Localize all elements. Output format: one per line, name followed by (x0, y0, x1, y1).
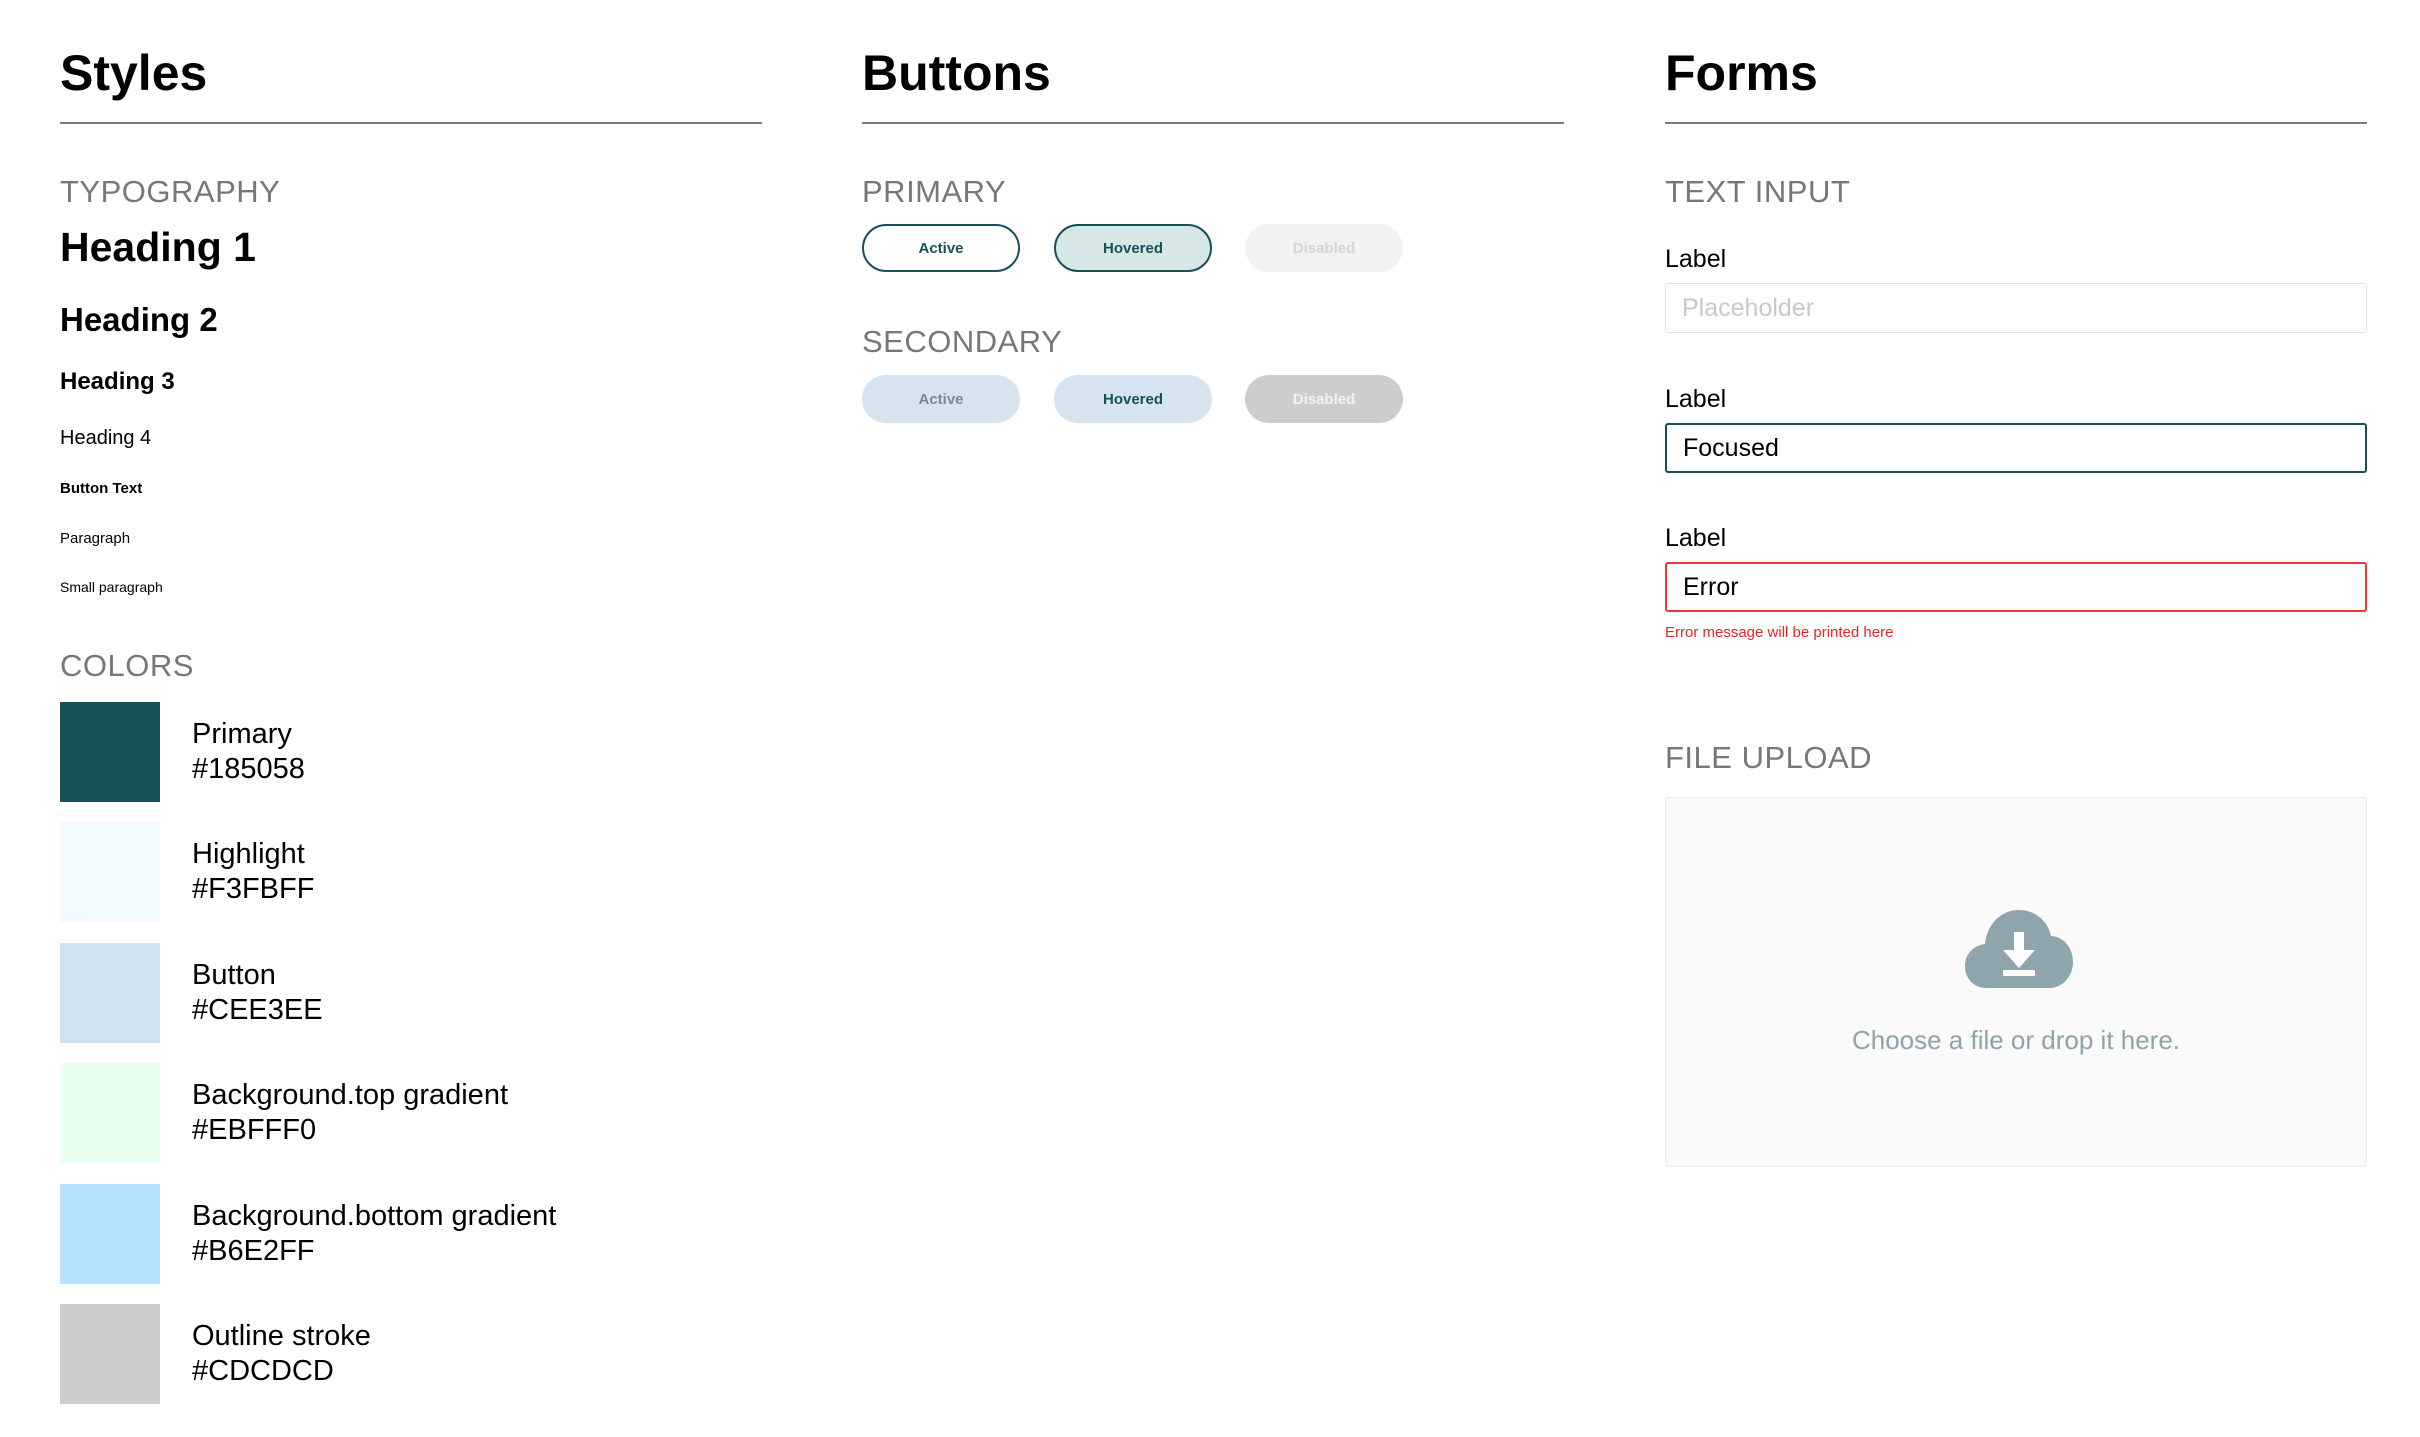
color-hex: #185058 (192, 753, 305, 785)
color-swatch (60, 1184, 160, 1284)
placeholder-input[interactable] (1665, 283, 2367, 333)
buttons-title: Buttons (862, 45, 1051, 101)
color-name: Button (192, 959, 276, 991)
styles-divider (60, 122, 762, 124)
focused-field-label: Label (1665, 385, 1727, 413)
typography-button-text: Button Text (60, 480, 143, 497)
color-name: Outline stroke (192, 1320, 371, 1352)
color-hex: #CDCDCD (192, 1355, 334, 1387)
color-swatch (60, 822, 160, 922)
color-name: Background.bottom gradient (192, 1200, 557, 1232)
color-item-outline-stroke: Outline stroke #CDCDCD (60, 1304, 762, 1404)
color-swatch (60, 943, 160, 1043)
color-swatch (60, 1063, 160, 1163)
color-hex: #F3FBFF (192, 873, 315, 905)
color-item-primary: Primary #185058 (60, 702, 762, 802)
error-field-label: Label (1665, 524, 1727, 552)
file-upload-section-label: FILE UPLOAD (1665, 740, 1873, 775)
color-item-background-top-gradient: Background.top gradient #EBFFF0 (60, 1063, 762, 1163)
color-swatch (60, 1304, 160, 1404)
color-hex: #EBFFF0 (192, 1114, 317, 1146)
colors-section-label: COLORS (60, 648, 194, 683)
color-name: Background.top gradient (192, 1079, 508, 1111)
typography-heading-3: Heading 3 (60, 368, 175, 395)
forms-title: Forms (1665, 45, 1818, 101)
typography-paragraph: Paragraph (60, 530, 131, 547)
secondary-section-label: SECONDARY (862, 324, 1063, 359)
buttons-divider (862, 122, 1564, 124)
color-name: Highlight (192, 838, 305, 870)
primary-disabled-button: Disabled (1245, 224, 1403, 272)
typography-small-paragraph: Small paragraph (60, 579, 163, 595)
typography-section-label: TYPOGRAPHY (60, 174, 281, 209)
focused-input[interactable] (1665, 423, 2367, 473)
cloud-download-icon (1965, 910, 2073, 988)
text-input-section-label: TEXT INPUT (1665, 174, 1851, 209)
secondary-disabled-button: Disabled (1245, 375, 1403, 423)
color-item-background-bottom-gradient: Background.bottom gradient #B6E2FF (60, 1184, 762, 1284)
color-hex: #B6E2FF (192, 1235, 315, 1267)
color-name: Primary (192, 718, 292, 750)
primary-active-button[interactable]: Active (862, 224, 1020, 272)
color-hex: #CEE3EE (192, 994, 323, 1026)
typography-heading-1: Heading 1 (60, 224, 256, 270)
secondary-active-button[interactable]: Active (862, 375, 1020, 423)
secondary-hovered-button[interactable]: Hovered (1054, 375, 1212, 423)
color-item-highlight: Highlight #F3FBFF (60, 822, 762, 922)
primary-hovered-button[interactable]: Hovered (1054, 224, 1212, 272)
forms-divider (1665, 122, 2367, 124)
file-upload-prompt: Choose a file or drop it here. (1851, 1025, 2181, 1055)
color-swatch (60, 702, 160, 802)
file-upload-dropzone[interactable]: Choose a file or drop it here. (1665, 797, 2367, 1167)
error-input[interactable] (1665, 562, 2367, 612)
primary-section-label: PRIMARY (862, 174, 1007, 209)
placeholder-field-label: Label (1665, 245, 1727, 273)
color-item-button: Button #CEE3EE (60, 943, 762, 1043)
styles-title: Styles (60, 45, 208, 101)
error-message: Error message will be printed here (1665, 624, 1894, 641)
typography-heading-4: Heading 4 (60, 427, 152, 449)
typography-heading-2: Heading 2 (60, 301, 218, 338)
